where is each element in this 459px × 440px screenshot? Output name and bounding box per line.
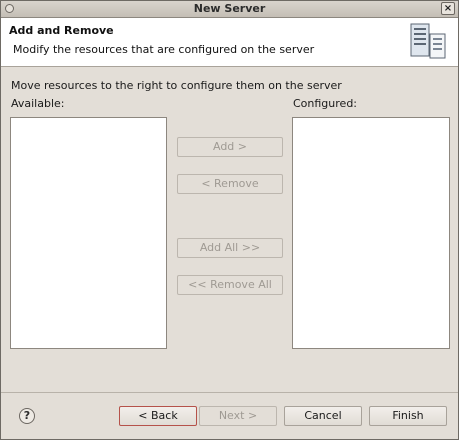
help-icon[interactable]: ? — [19, 408, 35, 424]
add-button[interactable]: Add > — [177, 137, 283, 157]
back-button[interactable]: < Back — [119, 406, 197, 426]
cancel-button[interactable]: Cancel — [284, 406, 362, 426]
page-description: Modify the resources that are configured… — [13, 43, 315, 56]
window-title: New Server — [193, 2, 266, 15]
remove-all-button[interactable]: << Remove All — [177, 275, 283, 295]
footer-separator — [1, 392, 458, 393]
title-bar[interactable]: New Server × — [1, 1, 458, 18]
remove-button[interactable]: < Remove — [177, 174, 283, 194]
available-list[interactable] — [10, 117, 167, 349]
new-server-dialog: New Server × Add and Remove Modify the r… — [0, 0, 459, 440]
instruction-text: Move resources to the right to configure… — [11, 79, 342, 92]
add-all-button[interactable]: Add All >> — [177, 238, 283, 258]
server-icon — [410, 23, 446, 59]
page-title: Add and Remove — [9, 24, 114, 37]
available-label: Available: — [11, 97, 65, 110]
finish-button[interactable]: Finish — [369, 406, 447, 426]
configured-list[interactable] — [292, 117, 450, 349]
configured-label: Configured: — [293, 97, 358, 110]
wizard-banner: Add and Remove Modify the resources that… — [1, 18, 458, 67]
next-button[interactable]: Next > — [199, 406, 277, 426]
close-icon[interactable]: × — [441, 2, 455, 15]
